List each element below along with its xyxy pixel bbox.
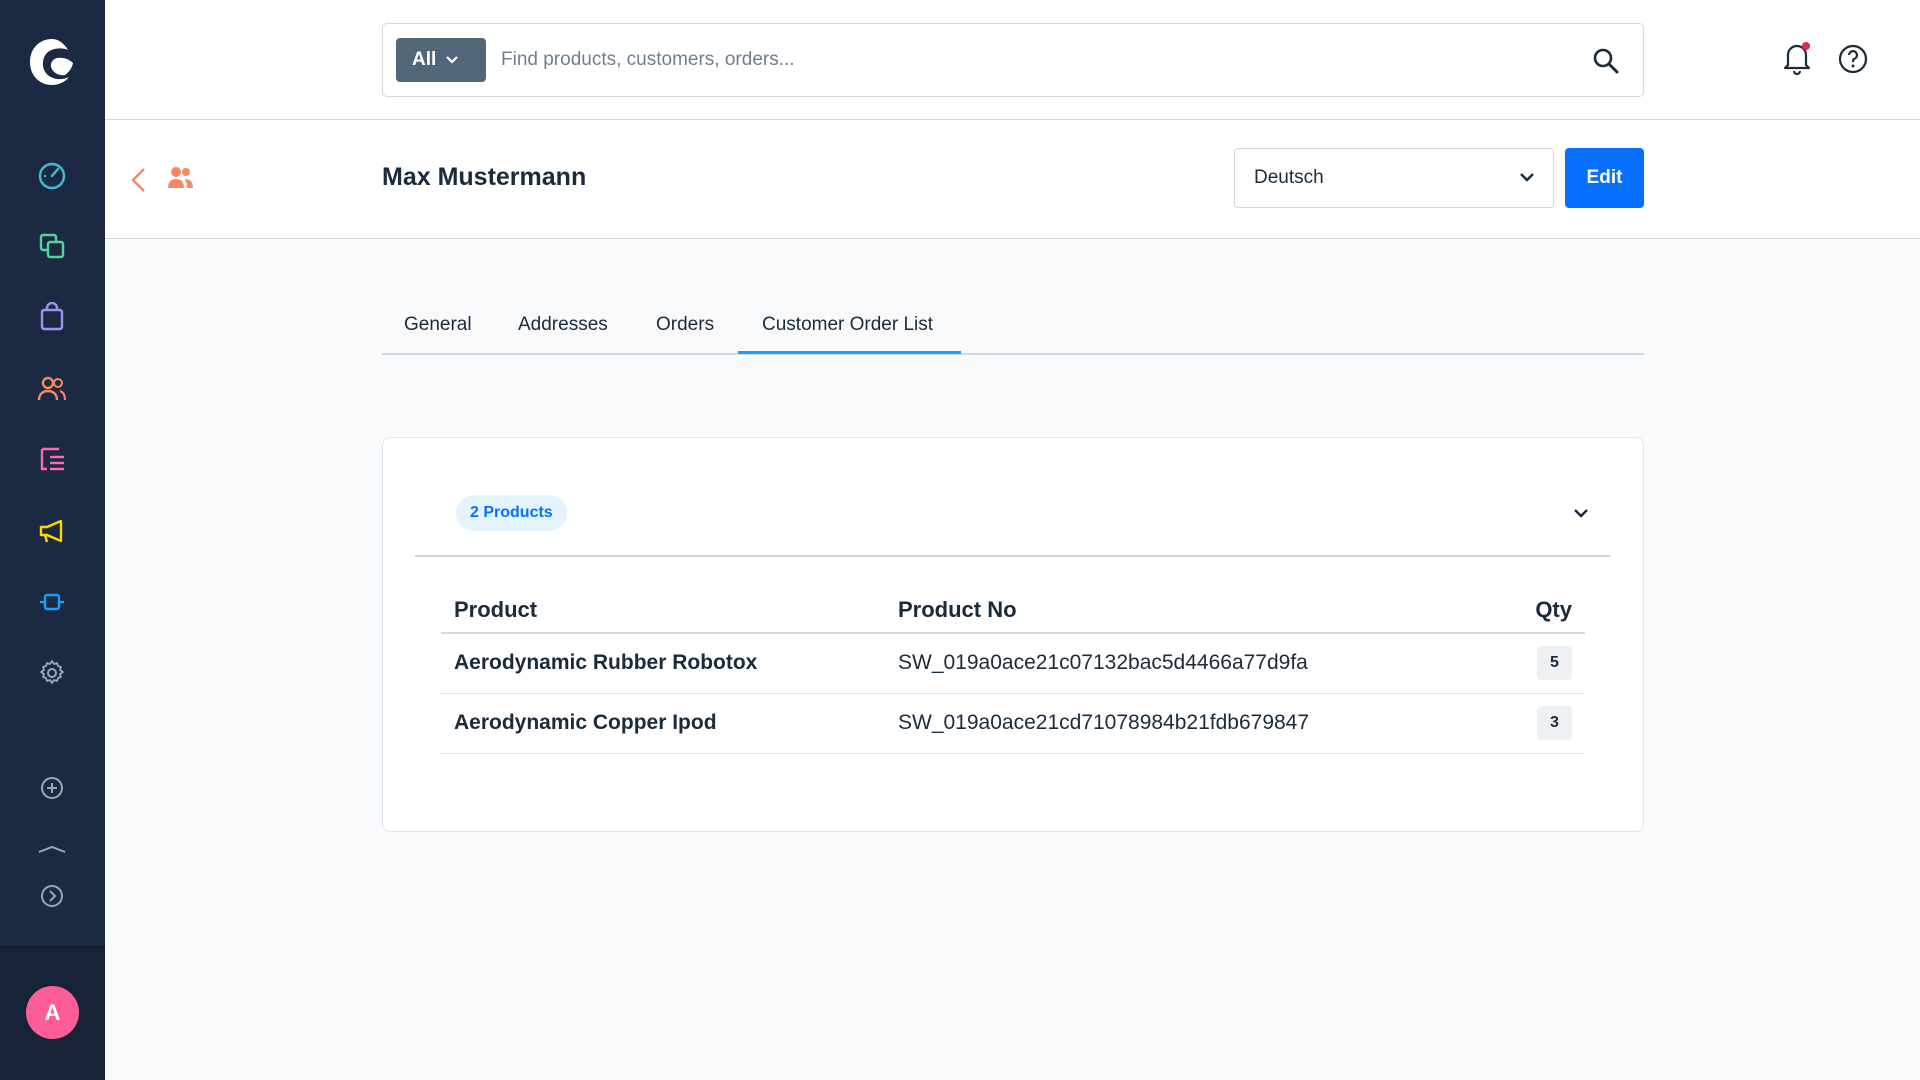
shopware-logo-icon[interactable] <box>27 36 77 88</box>
tab-addresses[interactable]: Addresses <box>518 314 608 336</box>
page-title: Max Mustermann <box>382 163 587 191</box>
global-search: All <box>382 23 1644 97</box>
qty-value: 3 <box>1537 706 1572 740</box>
tab-bar: General Addresses Orders Customer Order … <box>382 296 1644 355</box>
product-count-badge: 2 Products <box>456 495 567 531</box>
qty-cell: 3 <box>1465 693 1585 754</box>
tab-customer-order-list[interactable]: Customer Order List <box>762 314 933 336</box>
tab-general[interactable]: General <box>404 314 472 336</box>
help-icon[interactable] <box>1836 42 1870 76</box>
customers-icon[interactable] <box>33 370 71 408</box>
avatar[interactable]: A <box>26 986 79 1039</box>
search-input[interactable] <box>501 40 1551 80</box>
extensions-icon[interactable] <box>33 583 71 621</box>
page-header: Max Mustermann Deutsch Edit <box>105 120 1920 239</box>
product-number: SW_019a0ace21cd71078984b21fdb679847 <box>885 693 1465 754</box>
column-header-qty[interactable]: Qty <box>1465 588 1585 634</box>
edit-button[interactable]: Edit <box>1565 148 1644 208</box>
active-tab-indicator <box>738 351 961 354</box>
settings-icon[interactable] <box>33 654 71 692</box>
product-name: Aerodynamic Copper Ipod <box>441 693 885 754</box>
search-type-select[interactable]: All <box>396 38 486 82</box>
expand-icon[interactable] <box>33 877 71 915</box>
sidebar: A <box>0 0 105 1080</box>
back-chevron-icon[interactable] <box>129 166 149 194</box>
search-type-label: All <box>412 49 437 70</box>
user-area: A <box>0 945 105 1080</box>
collapse-chevron-icon[interactable] <box>1570 502 1592 524</box>
column-header-product[interactable]: Product <box>441 588 885 634</box>
marketing-icon[interactable] <box>33 512 71 550</box>
search-icon[interactable] <box>1591 46 1621 76</box>
product-name: Aerodynamic Rubber Robotox <box>441 633 885 694</box>
admin-app: A All Max Mustermann <box>0 0 1920 1080</box>
catalog-icon[interactable] <box>33 227 71 265</box>
content-icon[interactable] <box>33 441 71 479</box>
customers-module-icon <box>167 164 195 192</box>
qty-value: 5 <box>1537 646 1572 681</box>
table-row: Aerodynamic Rubber Robotox SW_019a0ace21… <box>441 633 1585 694</box>
chevron-down-icon <box>446 56 459 64</box>
notification-bell-icon[interactable] <box>1780 40 1814 76</box>
order-list-table: Product Product No Qty Aerodynamic Rubbe… <box>441 588 1585 754</box>
product-number: SW_019a0ace21c07132bac5d4466a77d9fa <box>885 633 1465 694</box>
language-select[interactable]: Deutsch <box>1234 148 1554 208</box>
orders-icon[interactable] <box>33 298 71 336</box>
chevron-down-icon <box>1520 173 1534 182</box>
card-divider <box>415 555 1611 557</box>
tab-orders[interactable]: Orders <box>656 314 714 336</box>
column-header-product-no[interactable]: Product No <box>885 588 1465 634</box>
scroll-indicator-icon <box>37 840 67 853</box>
qty-cell: 5 <box>1465 633 1585 694</box>
table-row: Aerodynamic Copper Ipod SW_019a0ace21cd7… <box>441 693 1585 754</box>
customer-order-list-card: 2 Products Product Product No Qty Aerody… <box>382 437 1644 832</box>
table-header-row: Product Product No Qty <box>441 588 1585 634</box>
top-bar: All <box>105 0 1920 120</box>
dashboard-icon[interactable] <box>33 157 71 195</box>
language-select-value: Deutsch <box>1254 167 1324 188</box>
add-icon[interactable] <box>33 769 71 807</box>
